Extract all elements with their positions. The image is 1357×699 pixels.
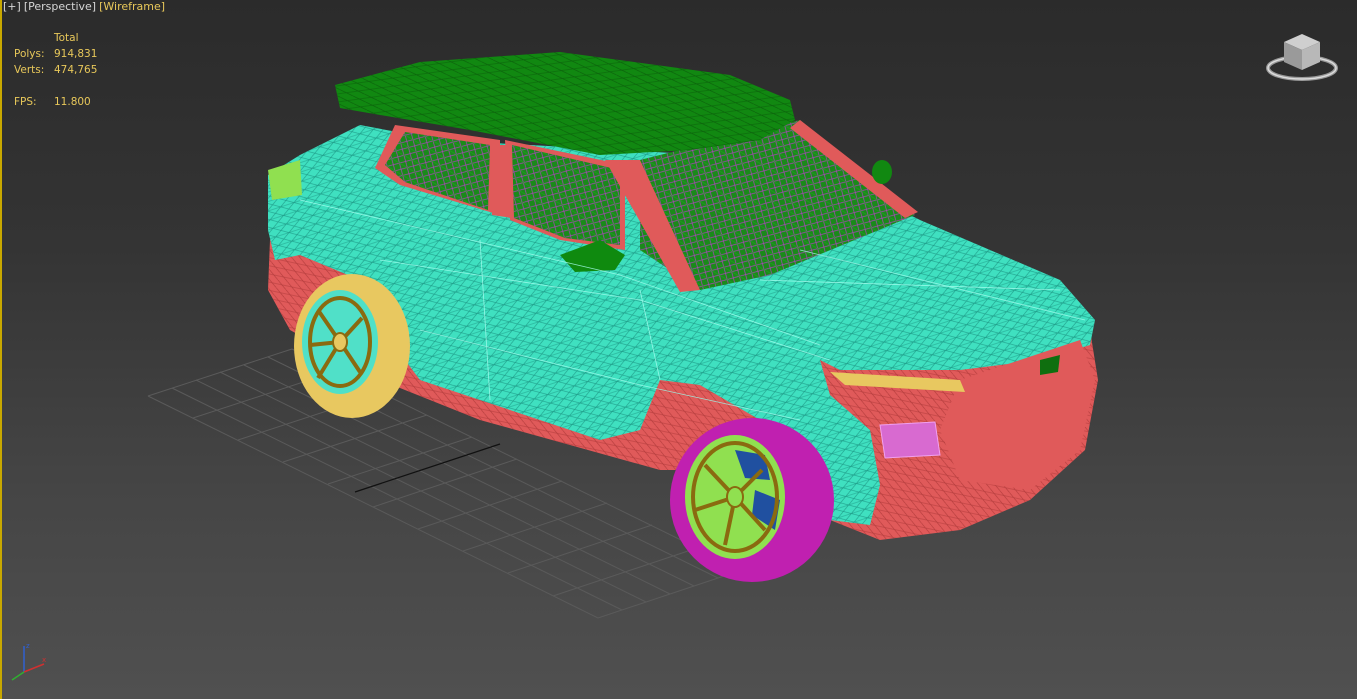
- polys-value: 914,831: [54, 48, 98, 60]
- rear-wheel: [294, 274, 410, 418]
- fps-value: 11.800: [54, 96, 91, 108]
- verts-label: Verts:: [14, 64, 45, 76]
- viewport-shading-menu[interactable]: [Wireframe]: [99, 0, 165, 13]
- stats-header: Total: [54, 32, 79, 44]
- viewport-label-menu: [+] [Perspective] [Wireframe]: [3, 0, 165, 13]
- viewport-plus-menu[interactable]: [+]: [3, 0, 21, 13]
- viewport-view-menu[interactable]: [Perspective]: [24, 0, 96, 13]
- viewcube-icon[interactable]: [1264, 30, 1340, 86]
- axis-z-label: z: [26, 642, 30, 650]
- front-wheel: [670, 418, 834, 582]
- perspective-viewport[interactable]: [+] [Perspective] [Wireframe] Total Poly…: [0, 0, 1357, 699]
- axis-tripod-icon: z x: [11, 642, 46, 681]
- statistics-overlay: Total Polys: 914,831 Verts: 474,765 FPS:…: [14, 30, 97, 110]
- verts-value: 474,765: [54, 64, 98, 76]
- fps-label: FPS:: [14, 96, 37, 108]
- scene-canvas[interactable]: [0, 0, 1357, 699]
- axis-x-label: x: [42, 656, 46, 664]
- polys-label: Polys:: [14, 48, 45, 60]
- active-viewport-border: [0, 0, 2, 699]
- car-model[interactable]: [268, 52, 1098, 582]
